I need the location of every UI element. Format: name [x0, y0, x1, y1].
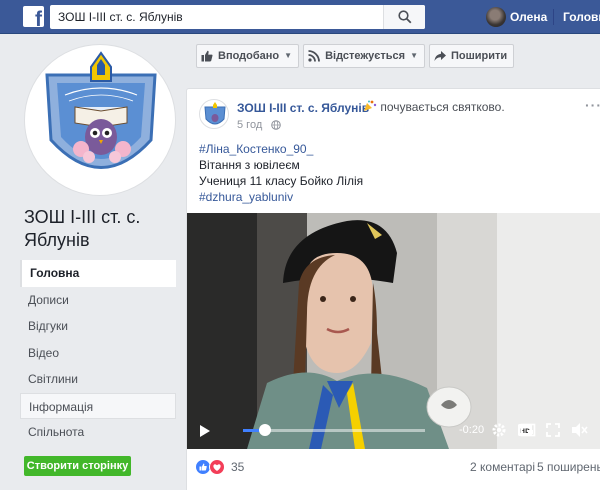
- picture-in-picture-icon[interactable]: [520, 422, 536, 438]
- shares-count-link[interactable]: 5 поширень: [537, 460, 600, 474]
- create-page-button[interactable]: Створити сторінку: [24, 456, 131, 476]
- page-actions: Вподобано ▼ Відстежується ▼ Поширити: [196, 44, 515, 68]
- nav-item-about[interactable]: Інформація: [20, 392, 176, 419]
- play-icon[interactable]: [199, 424, 211, 438]
- school-emblem-small-image: [204, 102, 226, 125]
- home-link[interactable]: Головна: [563, 10, 600, 24]
- video-progress-bar[interactable]: [243, 424, 425, 436]
- share-arrow-icon: [434, 51, 446, 61]
- nav-item-photos[interactable]: Світлини: [20, 366, 176, 393]
- facebook-logo-icon[interactable]: f: [23, 6, 44, 27]
- nav-item-posts[interactable]: Дописи: [20, 287, 176, 314]
- facebook-logo-letter: f: [35, 8, 42, 27]
- celebration-icon: [364, 100, 377, 111]
- page-title: ЗОШ І-ІІІ ст. с. Яблунів: [24, 207, 141, 250]
- video-controls: -0:20 HD: [187, 413, 600, 447]
- search-icon: [398, 10, 412, 24]
- post-feeling-text: почувається святково.: [363, 100, 505, 114]
- comments-count-link[interactable]: 2 коментарі: [470, 460, 535, 474]
- post-card: ЗОШ І-ІІІ ст. с. Яблунів почувається свя…: [186, 88, 600, 490]
- following-button-label: Відстежується: [325, 50, 406, 62]
- video-progress-knob[interactable]: [258, 424, 271, 436]
- globe-icon: [271, 120, 281, 130]
- post-author-link[interactable]: ЗОШ І-ІІІ ст. с. Яблунів: [237, 101, 369, 115]
- love-reaction-icon: [209, 459, 225, 475]
- chevron-down-icon: ▼: [410, 51, 418, 60]
- post-text-line: Вітання з ювілеєм: [199, 158, 300, 172]
- nav-item-videos[interactable]: Відео: [20, 340, 176, 367]
- liked-button[interactable]: Вподобано ▼: [196, 44, 300, 68]
- mute-icon[interactable]: [571, 422, 589, 438]
- video-time-remaining: -0:20: [459, 424, 485, 436]
- liked-button-label: Вподобано: [218, 50, 280, 62]
- user-avatar[interactable]: [486, 7, 506, 27]
- search-input[interactable]: ЗОШ І-ІІІ ст. с. Яблунів: [58, 10, 183, 24]
- post-text: #Ліна_Костенко_90_ Вітання з ювілеєм Уче…: [199, 141, 363, 205]
- share-button-label: Поширити: [450, 50, 508, 62]
- post-text-line: Учениця 11 класу Бойко Лілія: [199, 174, 364, 188]
- post-feeling-label: почувається святково.: [380, 100, 505, 114]
- user-name-link[interactable]: Олена: [510, 10, 547, 24]
- page-profile-picture[interactable]: [24, 44, 176, 196]
- hashtag-link[interactable]: #dzhura_yabluniv: [199, 189, 363, 205]
- post-options-button[interactable]: ···: [585, 97, 600, 113]
- settings-gear-icon[interactable]: [491, 422, 507, 438]
- search-button[interactable]: [383, 5, 425, 29]
- following-button[interactable]: Відстежується ▼: [303, 44, 425, 68]
- hashtag-link[interactable]: #Ліна_Костенко_90_: [199, 141, 363, 157]
- video-player[interactable]: -0:20 HD: [187, 213, 600, 449]
- top-navigation-bar: f ЗОШ І-ІІІ ст. с. Яблунів Олена Головна: [0, 0, 600, 34]
- reactions-count: 35: [231, 460, 245, 474]
- search-box[interactable]: ЗОШ І-ІІІ ст. с. Яблунів: [50, 5, 425, 29]
- share-button[interactable]: Поширити: [428, 44, 515, 68]
- post-author-avatar[interactable]: [199, 99, 229, 129]
- post-timestamp[interactable]: 5 год: [237, 119, 262, 131]
- fullscreen-icon[interactable]: [545, 422, 561, 438]
- rss-feed-icon: [308, 50, 320, 62]
- chevron-down-icon: ▼: [284, 51, 293, 60]
- school-emblem-image: [45, 51, 157, 169]
- left-navigation: Головна Дописи Відгуки Відео Світлини Ін…: [20, 260, 176, 446]
- thumbs-up-icon: [201, 50, 213, 62]
- nav-item-home[interactable]: Головна: [20, 260, 176, 287]
- nav-item-reviews[interactable]: Відгуки: [20, 313, 176, 340]
- topbar-divider: [553, 9, 554, 25]
- nav-item-community[interactable]: Спільнота: [20, 419, 176, 446]
